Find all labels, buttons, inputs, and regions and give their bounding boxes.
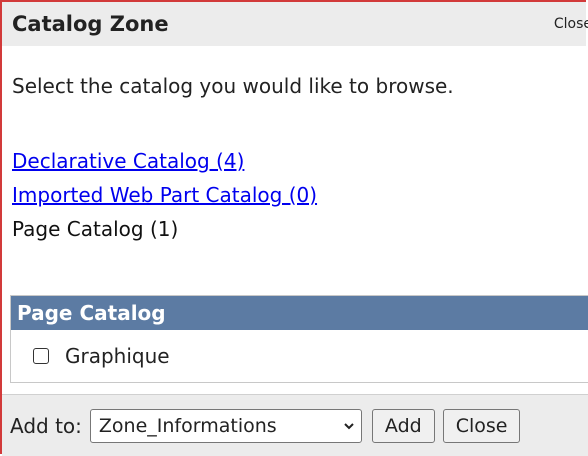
catalog-zone: Catalog Zone Close Select the catalog yo… (0, 0, 588, 456)
catalog-list: Declarative Catalog (4) Imported Web Par… (12, 144, 317, 246)
page-catalog-header: Page Catalog (11, 296, 588, 330)
chevron-down-icon (344, 422, 354, 429)
zone-select[interactable]: Zone_Informations (89, 408, 362, 443)
add-button[interactable]: Add (371, 408, 435, 443)
zone-close-link[interactable]: Close (554, 16, 588, 32)
part-label: Graphique (65, 344, 170, 368)
zone-title: Catalog Zone (12, 12, 169, 36)
graphique-checkbox[interactable] (33, 348, 49, 364)
zone-footer: Add to: Zone_Informations Add Close (2, 394, 588, 456)
close-button[interactable]: Close (442, 408, 521, 443)
add-to-label: Add to: (10, 413, 82, 438)
zone-header: Catalog Zone Close (2, 2, 588, 46)
zone-select-value: Zone_Informations (98, 414, 277, 437)
catalog-link-declarative[interactable]: Declarative Catalog (4) (12, 144, 317, 178)
catalog-link-imported[interactable]: Imported Web Part Catalog (0) (12, 178, 317, 212)
catalog-current-page: Page Catalog (1) (12, 217, 179, 241)
instruction-text: Select the catalog you would like to bro… (12, 74, 454, 98)
page-catalog-section: Page Catalog Graphique (10, 295, 588, 383)
list-item: Graphique (11, 330, 588, 382)
